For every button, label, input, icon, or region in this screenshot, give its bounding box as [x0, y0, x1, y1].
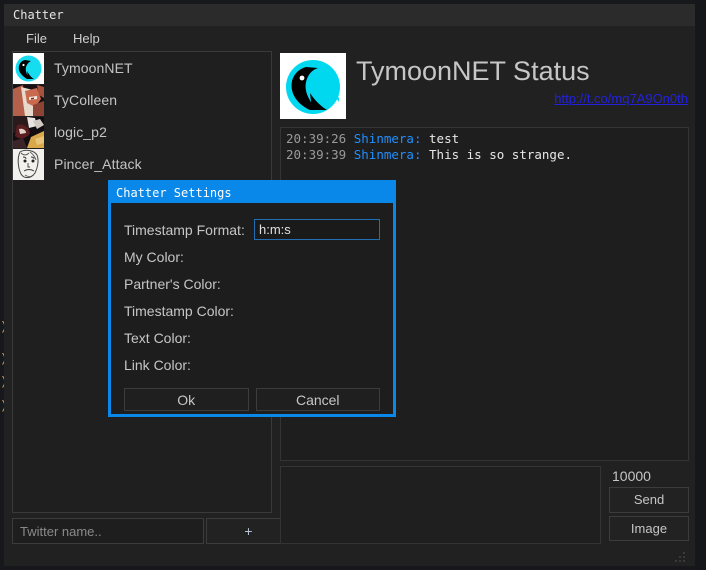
field-label: Timestamp Color:: [124, 303, 254, 319]
status-link[interactable]: http://t.co/mq7A9On0th: [356, 91, 689, 106]
compose-controls: 10000 Send Image: [601, 466, 689, 544]
message-timestamp: 20:39:39: [286, 147, 346, 162]
anime-girl-avatar: [13, 85, 44, 116]
desktop-edge-strip: [695, 0, 706, 570]
timestamp-format-input[interactable]: [254, 219, 380, 240]
contact-name: TymoonNET: [54, 60, 133, 76]
resize-grip[interactable]: [673, 550, 687, 564]
page-title: TymoonNET Status: [356, 53, 689, 89]
bird-logo-avatar: [13, 53, 44, 84]
field-control: [254, 327, 380, 348]
message-text: This is so strange.: [429, 147, 572, 162]
dark-anime-avatar: [13, 117, 44, 148]
field-label: Text Color:: [124, 330, 254, 346]
field-text-color: Text Color:: [124, 325, 380, 350]
message-timestamp: 20:39:26: [286, 131, 346, 146]
character-counter: 10000: [609, 466, 689, 487]
field-control: [254, 273, 380, 294]
message-input[interactable]: [280, 466, 601, 544]
image-button[interactable]: Image: [609, 516, 689, 542]
field-control: [254, 219, 380, 240]
message-text: test: [429, 131, 459, 146]
cancel-button[interactable]: Cancel: [256, 388, 381, 411]
field-control: [254, 354, 380, 375]
send-button[interactable]: Send: [609, 487, 689, 513]
message-nick: Shinmera:: [354, 147, 422, 162]
field-partner-color: Partner's Color:: [124, 271, 380, 296]
menu-help[interactable]: Help: [71, 29, 102, 48]
list-item[interactable]: Pincer_Attack: [13, 148, 271, 180]
chat-footer: [280, 544, 689, 566]
field-label: Partner's Color:: [124, 276, 254, 292]
field-control: [254, 300, 380, 321]
dialog-body: Timestamp Format: My Color: Partner's Co…: [111, 203, 393, 421]
chat-header: TymoonNET Status http://t.co/mq7A9On0th: [280, 51, 689, 127]
dialog-title: Chatter Settings: [116, 186, 232, 200]
chat-message: 20:39:26 Shinmera: test: [286, 131, 683, 147]
field-link-color: Link Color:: [124, 352, 380, 377]
twitter-name-input[interactable]: [12, 518, 204, 544]
field-control: [254, 246, 380, 267]
dialog-buttons: Ok Cancel: [124, 388, 380, 411]
window-title-bar: Chatter: [4, 4, 695, 26]
field-timestamp-format: Timestamp Format:: [124, 217, 380, 242]
contact-name: TyColleen: [54, 92, 117, 108]
contact-name: Pincer_Attack: [54, 156, 142, 172]
settings-dialog: Chatter Settings Timestamp Format: My Co…: [109, 181, 395, 416]
field-label: My Color:: [124, 249, 254, 265]
sketch-face-avatar: [13, 149, 44, 180]
chat-message: 20:39:39 Shinmera: This is so strange.: [286, 147, 683, 163]
window-title: Chatter: [13, 8, 64, 22]
contact-name: logic_p2: [54, 124, 107, 140]
message-nick: Shinmera:: [354, 131, 422, 146]
list-item[interactable]: TymoonNET: [13, 52, 271, 84]
bird-logo-icon: [280, 53, 346, 119]
field-my-color: My Color:: [124, 244, 380, 269]
field-label: Link Color:: [124, 357, 254, 373]
menu-bar: File Help: [4, 26, 695, 51]
compose-area: 10000 Send Image: [280, 466, 689, 544]
field-timestamp-color: Timestamp Color:: [124, 298, 380, 323]
field-label: Timestamp Format:: [124, 222, 254, 238]
menu-file[interactable]: File: [24, 29, 49, 48]
list-item[interactable]: TyColleen: [13, 84, 271, 116]
add-contact-row: +: [12, 518, 272, 544]
list-item[interactable]: logic_p2: [13, 116, 271, 148]
dialog-title-bar: Chatter Settings: [111, 183, 393, 203]
sidebar-footer: [12, 544, 272, 566]
ok-button[interactable]: Ok: [124, 388, 249, 411]
chat-header-text: TymoonNET Status http://t.co/mq7A9On0th: [346, 53, 689, 106]
